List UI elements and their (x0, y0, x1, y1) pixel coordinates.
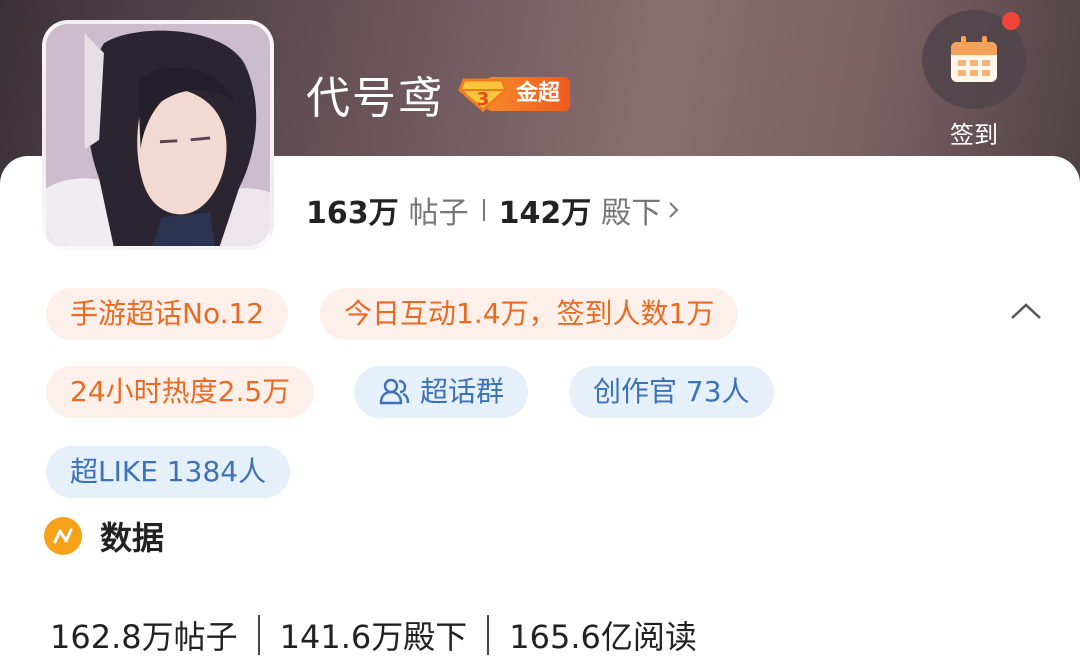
trend-icon (44, 517, 82, 555)
people-icon (379, 378, 410, 405)
notification-dot (1002, 12, 1020, 30)
data-followers: 141.6万殿下 (279, 618, 468, 656)
superlike-chip[interactable]: 超LIKE 1384人 (46, 446, 291, 498)
activity-chip[interactable]: 今日互动1.4万，签到人数1万 (320, 288, 739, 340)
data-section-title: 数据 (100, 519, 165, 557)
calendar-icon (951, 35, 997, 82)
group-chip[interactable]: 超话群 (354, 366, 529, 418)
data-posts: 162.8万帖子 (50, 618, 238, 656)
creators-chip[interactable]: 创作官 73人 (569, 366, 774, 418)
posts-count: 163万 (306, 196, 399, 231)
data-reads: 165.6亿阅读 (509, 618, 697, 656)
heat-chip[interactable]: 24小时热度2.5万 (46, 366, 315, 418)
topic-stats[interactable]: 163万 帖子 142万 殿下 (306, 188, 681, 232)
topic-title: 代号鸢 (306, 73, 444, 124)
data-divider (257, 615, 260, 655)
followers-count: 142万 (498, 196, 592, 231)
signin-label: 签到 (950, 121, 998, 149)
chevron-right-icon (669, 202, 679, 218)
data-divider (487, 615, 490, 655)
level-badge[interactable]: 3 金超 (458, 75, 571, 113)
followers-label: 殿下 (601, 196, 662, 231)
rank-chip[interactable]: 手游超话No.12 (46, 288, 289, 340)
diamond-icon: 3 (458, 78, 508, 112)
stats-divider (482, 199, 485, 221)
topic-avatar[interactable] (42, 20, 274, 250)
chevron-up-icon[interactable] (1006, 296, 1046, 328)
badge-level: 3 (477, 89, 490, 110)
title-row: 代号鸢 3 金超 (306, 66, 571, 124)
avatar-illustration (46, 24, 270, 246)
super-topic-page: 代号鸢 3 金超 签到 163万 帖子 142万 殿下 手游超话No.12 今日… (0, 0, 1080, 671)
data-section-header: 数据 (44, 516, 165, 557)
group-chip-label: 超话群 (420, 375, 505, 408)
data-summary-row: 162.8万帖子 141.6万殿下 165.6亿阅读 (50, 610, 697, 660)
posts-label: 帖子 (408, 196, 469, 231)
signin-icon-circle (922, 10, 1026, 109)
signin-button[interactable]: 签到 (920, 10, 1028, 150)
